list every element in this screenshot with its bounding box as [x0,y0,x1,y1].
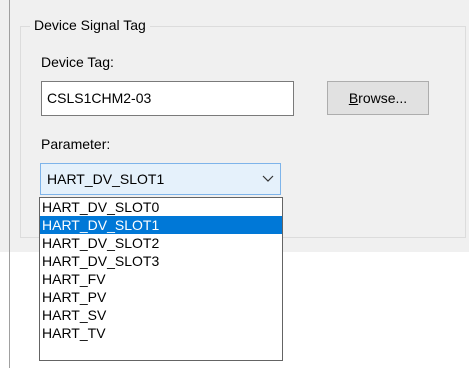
window-left-edge [9,0,10,368]
group-title: Device Signal Tag [30,16,150,34]
browse-button[interactable]: Browse... [327,81,429,115]
parameter-combobox[interactable]: HART_DV_SLOT1 [40,163,281,195]
dropdown-option[interactable]: HART_FV [40,270,282,288]
chevron-down-icon[interactable] [260,164,276,194]
dropdown-option[interactable]: HART_DV_SLOT1 [40,216,282,234]
dropdown-option[interactable]: HART_SV [40,306,282,324]
parameter-dropdown-list[interactable]: HART_DV_SLOT0 HART_DV_SLOT1 HART_DV_SLOT2 H… [39,197,283,361]
browse-button-label: Browse... [348,90,408,106]
dropdown-option[interactable]: HART_PV [40,288,282,306]
dropdown-option[interactable]: HART_DV_SLOT3 [40,252,282,270]
dropdown-option[interactable]: HART_DV_SLOT0 [40,198,282,216]
dropdown-option[interactable]: HART_TV [40,324,282,342]
parameter-label: Parameter: [41,136,111,152]
device-tag-label: Device Tag: [41,54,114,70]
device-tag-input[interactable]: CSLS1CHM2-03 [41,81,294,116]
dropdown-option[interactable]: HART_DV_SLOT2 [40,234,282,252]
parameter-selected-value: HART_DV_SLOT1 [47,171,165,187]
